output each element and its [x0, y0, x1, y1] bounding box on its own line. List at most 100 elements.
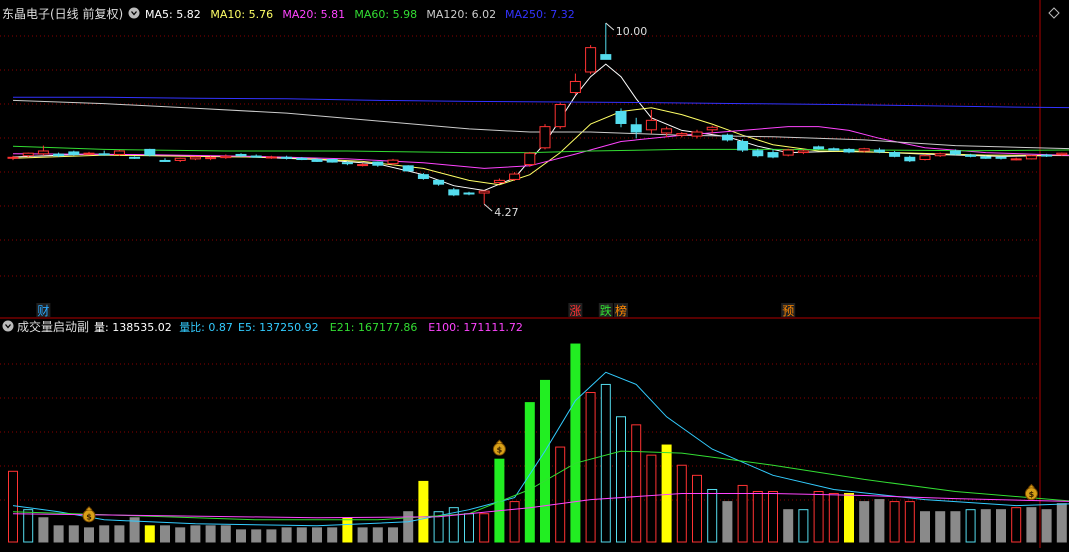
candle-body [555, 105, 565, 127]
candle-body [890, 153, 900, 157]
volume-bar [556, 447, 565, 542]
candle [935, 153, 945, 157]
volume-bar [586, 393, 595, 542]
volume-bar [313, 528, 322, 542]
candle-body [738, 142, 748, 151]
candle [829, 148, 839, 151]
volume-bar [966, 510, 975, 542]
candle-body [403, 166, 413, 171]
candle-body [1042, 155, 1052, 156]
volume-bar [85, 528, 94, 542]
volume-header: 成交量启动副量: 138535.02量比: 0.87E5: 137250.92E… [3, 319, 523, 334]
dropdown-icon[interactable] [129, 8, 140, 19]
price-indicator: MA120: 6.02 [426, 8, 496, 21]
candle-body [130, 157, 140, 158]
candle [586, 45, 596, 74]
candle [221, 154, 231, 158]
candle-body [282, 157, 292, 158]
money-bag-icon: $ [83, 507, 95, 522]
volume-bar [252, 530, 261, 542]
candle [890, 151, 900, 157]
price-indicator: MA60: 5.98 [354, 8, 417, 21]
event-marker[interactable]: 预 [782, 304, 794, 318]
event-marker[interactable]: 财 [37, 304, 49, 318]
candle [814, 146, 824, 150]
candle-body [859, 149, 869, 151]
volume-bar [799, 510, 808, 542]
candle-body [768, 153, 778, 157]
diamond-icon[interactable] [1049, 8, 1059, 18]
candle [662, 127, 672, 138]
low-pointer [484, 204, 492, 211]
candle-body [297, 158, 307, 159]
volume-bar [1042, 510, 1051, 542]
volume-bar [54, 526, 63, 542]
high-pointer [606, 23, 614, 30]
price-indicator: MA20: 5.81 [282, 8, 345, 21]
candle-body [206, 158, 216, 159]
candle-body [1011, 159, 1021, 160]
volume-bar [419, 481, 428, 542]
candle [266, 156, 276, 159]
volume-indicator: E100: 171111.72 [428, 321, 523, 334]
volume-bar [936, 512, 945, 542]
candle [251, 154, 261, 157]
volume-bar [829, 494, 838, 542]
volume-indicator: E21: 167177.86 [330, 321, 418, 334]
candle-body [449, 190, 459, 195]
volume-bar [328, 528, 337, 542]
candle-body [358, 165, 368, 166]
candle-body [8, 157, 18, 158]
volume-bar [282, 528, 291, 542]
candle-body [236, 154, 246, 155]
event-marker[interactable]: 榜 [615, 303, 627, 318]
candle [616, 108, 626, 127]
candle-body [586, 48, 596, 72]
volume-bar [845, 494, 854, 542]
candle [403, 165, 413, 171]
event-markers: 财 涨 跌榜 预 [36, 303, 795, 318]
volume-bar [1057, 504, 1066, 542]
candle-body [510, 174, 520, 179]
candle-body [981, 157, 991, 158]
candle-body [145, 149, 155, 155]
event-marker[interactable]: 涨 [569, 303, 581, 318]
candle [479, 190, 489, 204]
candle [1011, 158, 1021, 161]
candle-body [1026, 156, 1036, 159]
volume-bar [237, 530, 246, 542]
candle-body [920, 156, 930, 160]
price-indicator: MA10: 5.76 [210, 8, 273, 21]
candle-body [175, 158, 185, 160]
candle-body [905, 157, 915, 160]
volume-bar [875, 500, 884, 542]
volume-indicator: 量: 138535.02 [94, 321, 172, 334]
candle [327, 159, 337, 163]
volume-dropdown-icon[interactable] [3, 321, 14, 332]
candle-body [844, 149, 854, 152]
candle-body [935, 154, 945, 156]
chart-canvas: 10.004.27财涨跌榜预$$$东晶电子(日线 前复权)MA5: 5.82MA… [0, 0, 1069, 548]
event-marker[interactable]: 跌 [600, 303, 612, 318]
volume-bar [860, 502, 869, 542]
volume-bar [115, 526, 124, 542]
candle-body [829, 149, 839, 150]
chart-title: 东晶电子(日线 前复权) [2, 6, 123, 21]
candle-body [631, 125, 641, 132]
volume-bar [176, 528, 185, 542]
candle [601, 23, 611, 59]
money-bag-sign: $ [497, 446, 503, 455]
candle [434, 179, 444, 185]
candle-body [692, 132, 702, 136]
volume-bar [890, 502, 899, 542]
candle-body [950, 151, 960, 154]
candle [464, 192, 474, 195]
candle-body [722, 135, 732, 140]
volume-bar [389, 528, 398, 542]
candle [692, 130, 702, 139]
candle-body [662, 129, 672, 133]
volume-bar [297, 528, 306, 542]
volume-bar [9, 471, 18, 542]
candle [190, 156, 200, 160]
candle [631, 118, 641, 139]
